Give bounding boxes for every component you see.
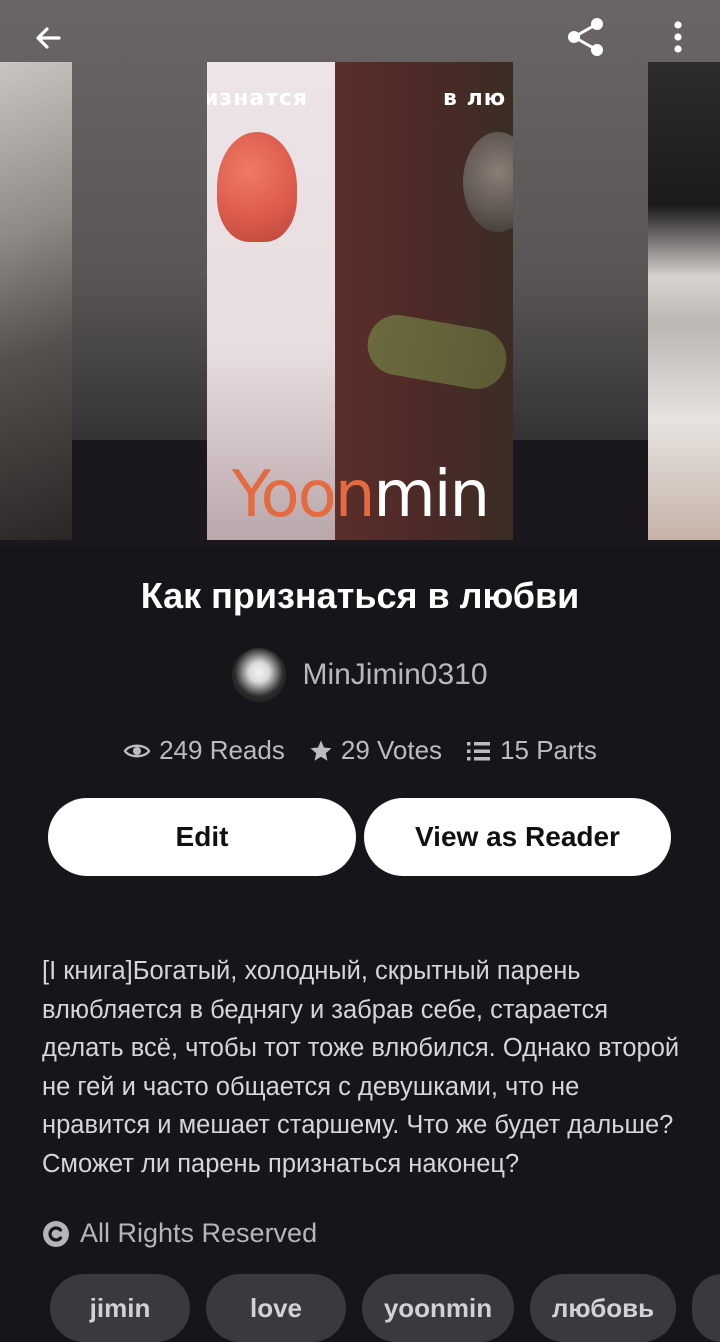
view-as-reader-button[interactable]: View as Reader <box>364 798 671 876</box>
story-cover: изнатся в лю Yoonmin <box>207 62 513 540</box>
cover-title-part: Yoon <box>231 458 375 532</box>
story-description: [I книга]Богатый, холодный, скрытный пар… <box>42 957 680 1178</box>
next-story-cover[interactable] <box>648 62 720 540</box>
back-button[interactable] <box>20 10 76 66</box>
tag-chip[interactable]: любовь <box>530 1274 676 1342</box>
tag-chip[interactable]: love <box>206 1274 346 1342</box>
tag-list: jimin love yoonmin любовь <box>50 1274 720 1342</box>
cover-art-detail <box>362 310 512 394</box>
tag-chip[interactable]: jimin <box>50 1274 190 1342</box>
avatar[interactable] <box>232 648 287 702</box>
rights-label: All Rights Reserved <box>80 1218 318 1248</box>
cover-text-left: изнатся <box>207 86 309 111</box>
cover-carousel[interactable]: изнатся в лю Yoonmin <box>0 0 720 545</box>
cover-art-figure <box>217 132 297 242</box>
author-row[interactable]: MinJimin0310 <box>0 648 720 702</box>
top-bar <box>0 0 720 72</box>
share-icon <box>568 18 603 56</box>
reads-count: 249 Reads <box>159 735 285 765</box>
cover-title-part: min <box>373 458 490 532</box>
tag-chip-partial[interactable] <box>692 1274 720 1342</box>
tag-chip[interactable]: yoonmin <box>362 1274 514 1342</box>
eye-icon <box>123 744 151 757</box>
edit-button[interactable]: Edit <box>48 798 356 876</box>
arrow-left-icon <box>36 27 61 49</box>
copyright-icon <box>43 1220 69 1247</box>
votes-count: 29 Votes <box>340 735 443 765</box>
author-name[interactable]: MinJimin0310 <box>302 658 487 692</box>
votes-stat: 29 Votes <box>309 735 442 766</box>
cover-title: Yoonmin <box>207 458 513 532</box>
story-title: Как признаться в любви <box>140 575 580 616</box>
list-icon <box>467 741 491 760</box>
reads-stat: 249 Reads <box>123 735 285 766</box>
star-icon <box>310 740 332 761</box>
story-stats: 249 Reads 29 Votes 15 Parts <box>0 735 720 766</box>
more-options-button[interactable] <box>650 9 706 65</box>
prev-story-cover[interactable] <box>0 62 72 540</box>
copyright-row: All Rights Reserved <box>42 1218 317 1249</box>
more-vertical-icon <box>674 21 682 53</box>
parts-stat: 15 Parts <box>466 735 597 766</box>
share-button[interactable] <box>558 9 614 65</box>
parts-count: 15 Parts <box>500 735 597 765</box>
cover-art-figure <box>463 132 513 232</box>
cover-text-right: в лю <box>443 86 507 111</box>
